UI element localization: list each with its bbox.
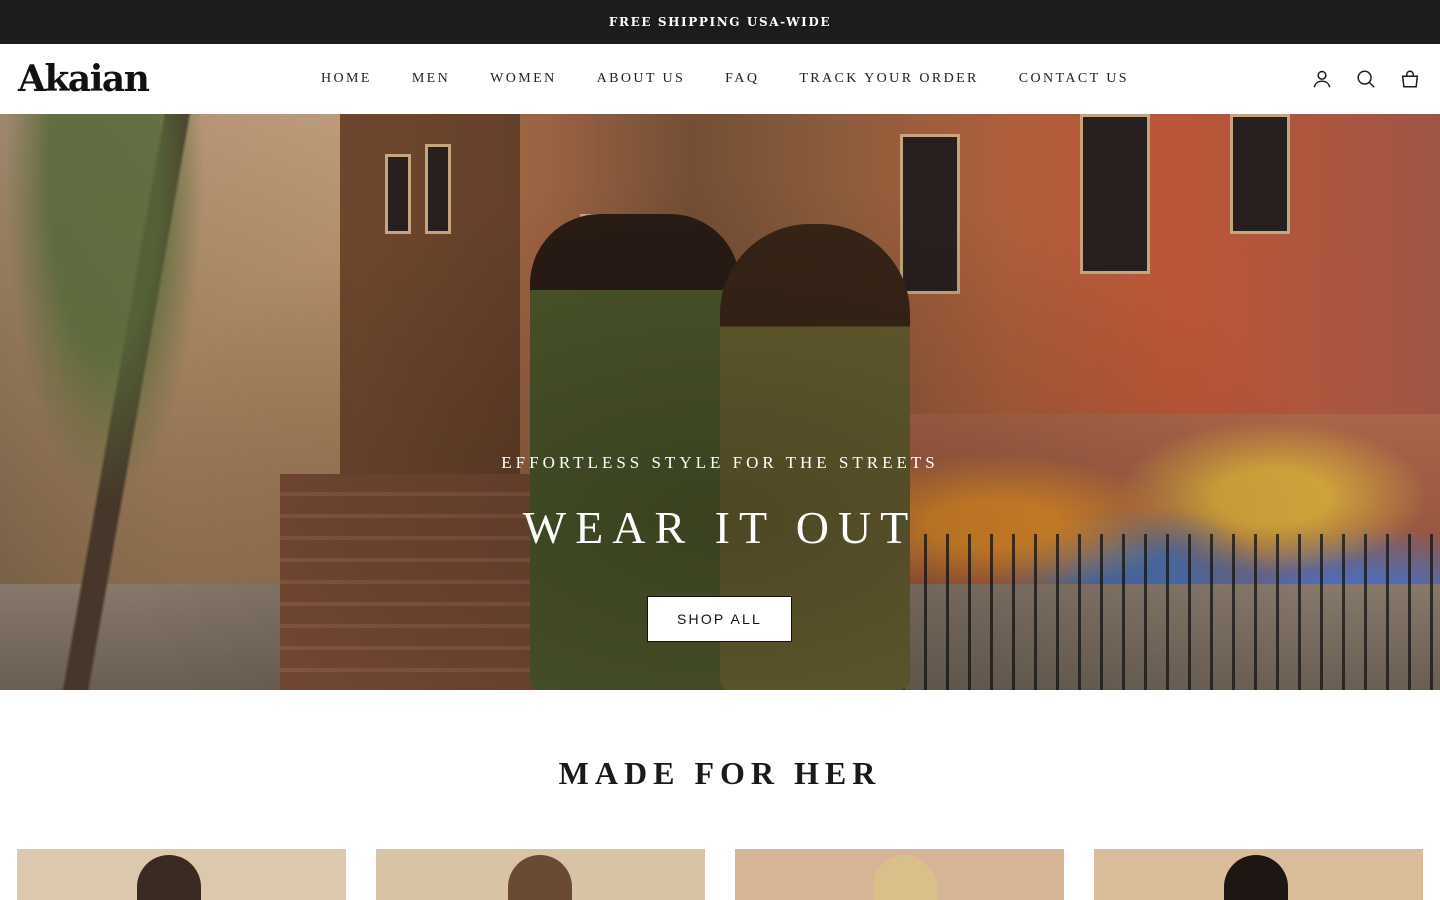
nav-women[interactable]: WOMEN bbox=[490, 71, 556, 87]
announcement-bar: FREE SHIPPING USA-WIDE bbox=[0, 0, 1440, 44]
section-title: MADE FOR HER bbox=[558, 755, 882, 791]
product-card[interactable] bbox=[735, 849, 1064, 900]
product-card[interactable] bbox=[1094, 849, 1423, 900]
hero-subtitle: EFFORTLESS STYLE FOR THE STREETS bbox=[501, 453, 939, 472]
nav-men[interactable]: MEN bbox=[412, 71, 450, 87]
product-card[interactable] bbox=[17, 849, 346, 900]
shop-all-button[interactable]: SHOP ALL bbox=[647, 596, 792, 642]
nav-about-us[interactable]: ABOUT US bbox=[597, 71, 686, 87]
nav-faq[interactable]: FAQ bbox=[725, 71, 759, 87]
header-icons bbox=[1310, 66, 1422, 92]
nav-home[interactable]: HOME bbox=[321, 71, 372, 87]
cart-icon[interactable] bbox=[1398, 67, 1422, 91]
product-card[interactable] bbox=[376, 849, 705, 900]
search-icon[interactable] bbox=[1354, 67, 1378, 91]
announcement-text: FREE SHIPPING USA-WIDE bbox=[608, 15, 832, 29]
logo[interactable]: Akaian bbox=[18, 58, 150, 100]
site-header: Akaian HOME MEN WOMEN ABOUT US FAQ TRACK… bbox=[0, 44, 1440, 114]
account-icon[interactable] bbox=[1310, 67, 1334, 91]
nav-contact-us[interactable]: CONTACT US bbox=[1019, 71, 1129, 87]
hero-title: WEAR IT OUT bbox=[522, 502, 918, 553]
hero-banner: EFFORTLESS STYLE FOR THE STREETS WEAR IT… bbox=[0, 114, 1440, 690]
nav-track-your-order[interactable]: TRACK YOUR ORDER bbox=[799, 71, 978, 87]
main-nav: HOME MEN WOMEN ABOUT US FAQ TRACK YOUR O… bbox=[321, 44, 1129, 114]
product-grid bbox=[17, 849, 1423, 900]
